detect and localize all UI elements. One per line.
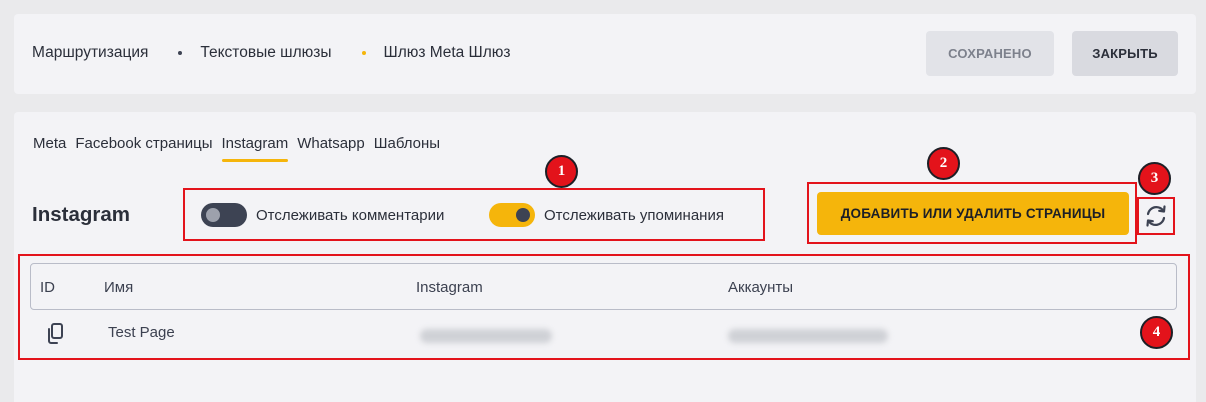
breadcrumb-item-routing[interactable]: Маршрутизация: [32, 44, 148, 62]
toggle-knob: [516, 208, 530, 222]
toggles-highlight: Отслеживать комментарии Отслеживать упом…: [183, 188, 765, 241]
track-comments-toggle[interactable]: [201, 203, 247, 227]
annotation-badge-1: 1: [545, 155, 578, 188]
toggle-knob: [206, 208, 220, 222]
copy-icon[interactable]: [45, 322, 67, 346]
breadcrumb-separator-active: [361, 51, 366, 55]
refresh-icon[interactable]: [1143, 203, 1169, 229]
column-header-instagram: Instagram: [416, 279, 483, 296]
track-comments-label: Отслеживать комментарии: [256, 206, 445, 224]
breadcrumb: Маршрутизация Текстовые шлюзы Шлюз Meta …: [32, 44, 511, 62]
breadcrumb-separator: [178, 51, 183, 55]
saved-button[interactable]: СОХРАНЕНО: [926, 31, 1054, 76]
track-mentions-label: Отслеживать упоминания: [544, 206, 724, 224]
tab-whatsapp[interactable]: Whatsapp: [297, 135, 365, 160]
accounts-redacted: [728, 329, 888, 343]
tab-meta[interactable]: Meta: [33, 135, 66, 160]
tab-bar: Meta Facebook страницы Instagram Whatsap…: [33, 135, 449, 162]
tab-templates[interactable]: Шаблоны: [374, 135, 440, 160]
breadcrumb-item-meta-gateway: Шлюз Meta Шлюз: [383, 44, 511, 61]
instagram-panel: Meta Facebook страницы Instagram Whatsap…: [14, 112, 1196, 402]
pages-table-highlight: ID Имя Instagram Аккаунты Test Page: [18, 254, 1190, 360]
refresh-highlight: [1137, 197, 1175, 235]
close-button[interactable]: ЗАКРЫТЬ: [1072, 31, 1178, 76]
instagram-handle-redacted: [420, 329, 552, 343]
breadcrumb-item-text-gateways[interactable]: Текстовые шлюзы: [200, 44, 331, 62]
add-button-highlight: ДОБАВИТЬ ИЛИ УДАЛИТЬ СТРАНИЦЫ: [807, 182, 1137, 244]
page-title: Instagram: [32, 203, 130, 226]
annotation-badge-3: 3: [1138, 162, 1171, 195]
column-header-accounts: Аккаунты: [728, 279, 794, 296]
column-header-name: Имя: [104, 279, 134, 296]
annotation-badge-4: 4: [1140, 316, 1173, 349]
table-header: ID Имя Instagram Аккаунты: [30, 263, 1177, 310]
track-comments-toggle-item[interactable]: Отслеживать комментарии: [201, 203, 444, 227]
annotation-badge-2: 2: [927, 147, 960, 180]
row-name: Test Page: [108, 324, 175, 341]
tab-instagram[interactable]: Instagram: [221, 135, 288, 162]
header-bar: Маршрутизация Текстовые шлюзы Шлюз Meta …: [14, 14, 1196, 94]
track-mentions-toggle[interactable]: [489, 203, 535, 227]
tab-facebook-pages[interactable]: Facebook страницы: [75, 135, 212, 160]
column-header-id: ID: [40, 279, 55, 296]
track-mentions-toggle-item[interactable]: Отслеживать упоминания: [489, 203, 724, 227]
add-remove-pages-button[interactable]: ДОБАВИТЬ ИЛИ УДАЛИТЬ СТРАНИЦЫ: [817, 192, 1129, 235]
